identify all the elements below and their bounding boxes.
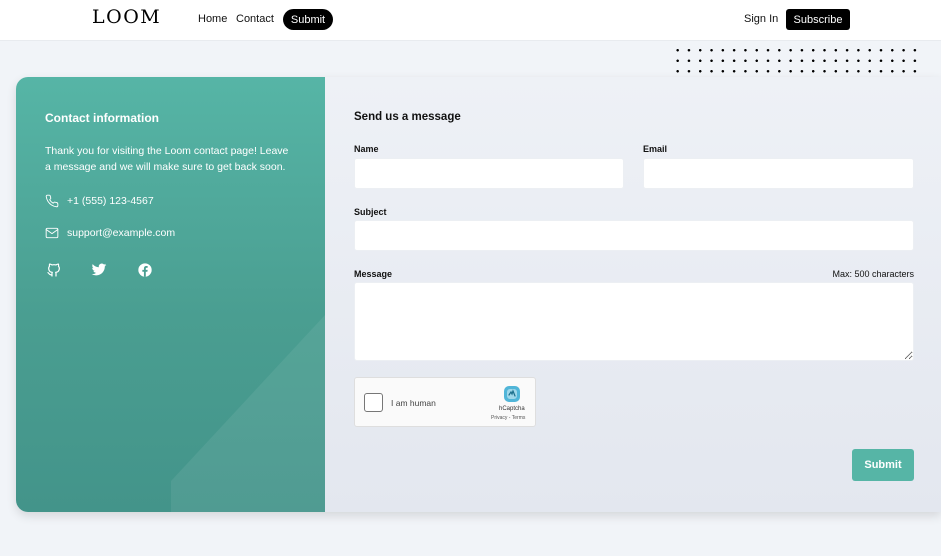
facebook-icon[interactable] [137, 262, 153, 278]
captcha-brand: hCaptcha [499, 406, 525, 412]
contact-info-title: Contact information [45, 111, 159, 125]
contact-info-panel: Contact information Thank you for visiti… [16, 77, 325, 512]
nav-contact-link[interactable]: Contact [236, 13, 274, 25]
nav-home-link[interactable]: Home [198, 13, 227, 25]
form-title: Send us a message [354, 111, 461, 123]
phone-row: +1 (555) 123-4567 [45, 194, 154, 208]
message-label: Message [354, 269, 393, 279]
contact-card: Contact information Thank you for visiti… [16, 77, 941, 512]
hcaptcha-logo-icon [504, 386, 520, 402]
logo[interactable]: LOOM [92, 6, 161, 28]
message-form-panel: Send us a message Name Email Subject Mes… [325, 77, 941, 512]
captcha-links[interactable]: Privacy - Terms [491, 415, 525, 421]
phone-number[interactable]: +1 (555) 123-4567 [67, 195, 154, 207]
name-label: Name [354, 144, 379, 154]
nav-submit-button[interactable]: Submit [283, 9, 333, 30]
top-navigation: LOOM Home Contact Submit Sign In Subscri… [0, 0, 941, 41]
contact-info-text: Thank you for visiting the Loom contact … [45, 145, 289, 173]
github-icon[interactable] [46, 262, 62, 278]
message-textarea[interactable] [354, 282, 914, 361]
mail-icon [45, 227, 59, 239]
name-field[interactable] [354, 158, 624, 189]
sign-in-link[interactable]: Sign In [744, 13, 778, 25]
captcha-widget: I am human hCaptcha Privacy - Terms [354, 377, 536, 427]
phone-icon [45, 194, 59, 208]
email-label: Email [643, 144, 668, 154]
decorative-dot-pattern [672, 45, 922, 77]
subject-field[interactable] [354, 220, 914, 251]
email-row: support@example.com [45, 226, 175, 240]
subject-label: Subject [354, 207, 387, 217]
email-field[interactable] [643, 158, 914, 189]
email-address[interactable]: support@example.com [67, 227, 175, 239]
max-characters-note: Max: 500 characters [832, 269, 914, 279]
captcha-checkbox[interactable] [364, 393, 383, 412]
twitter-icon[interactable] [91, 262, 107, 278]
submit-button[interactable]: Submit [852, 449, 914, 481]
subscribe-button[interactable]: Subscribe [786, 9, 850, 30]
captcha-label: I am human [391, 398, 436, 408]
